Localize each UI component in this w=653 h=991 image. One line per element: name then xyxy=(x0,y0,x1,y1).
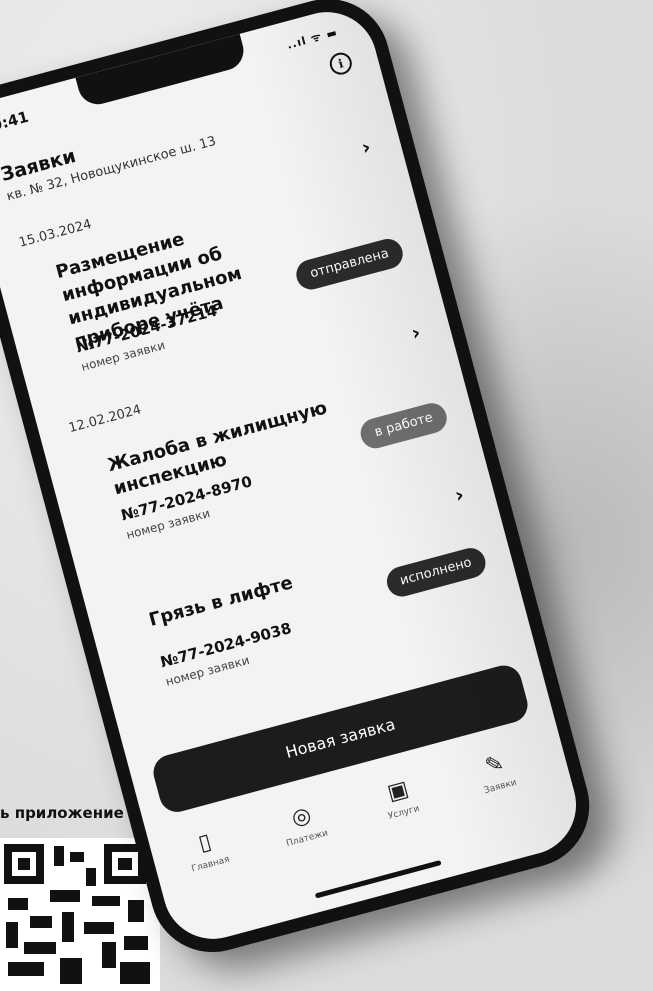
tab-home[interactable]: ▯ Главная xyxy=(159,819,254,880)
chevron-right-icon[interactable]: › xyxy=(452,482,466,507)
chevron-right-icon[interactable]: › xyxy=(409,320,423,345)
info-icon[interactable]: i xyxy=(327,50,355,78)
request-title[interactable]: Размещение информации об индивидуальном … xyxy=(53,195,329,355)
signal-wifi-battery-icon: ..ıl ᯤ ▬ xyxy=(285,25,340,52)
status-time: 9:41 xyxy=(0,107,31,135)
request-title[interactable]: Грязь в лифте xyxy=(146,542,403,632)
request-date: 12.02.2024 xyxy=(67,402,143,437)
qr-code xyxy=(0,838,160,991)
tab-requests[interactable]: ✎ Заявки xyxy=(449,742,544,803)
status-badge: в работе xyxy=(357,399,451,452)
tab-payments[interactable]: ◎ Платежи xyxy=(256,794,351,855)
request-date: 15.03.2024 xyxy=(17,216,94,251)
download-caption: ь приложение xyxy=(0,804,124,822)
chevron-right-icon[interactable]: › xyxy=(359,134,373,159)
tab-services[interactable]: ▣ Услуги xyxy=(352,768,447,829)
